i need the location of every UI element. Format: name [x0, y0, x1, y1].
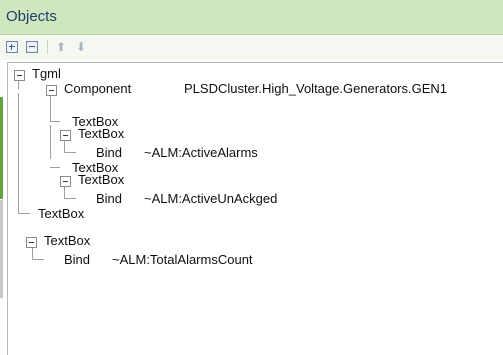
panel-titlebar: Objects: [0, 0, 503, 35]
objects-panel: Objects ⬆ ⬇ Tgml Component PLSDCluster.H…: [0, 0, 503, 355]
tree-connector: [50, 125, 51, 159]
tree-connector: [32, 248, 33, 259]
scroll-indicator: [0, 200, 3, 298]
tree-node-tgml[interactable]: Tgml: [32, 66, 61, 81]
tree-connector: [18, 93, 19, 213]
up-arrow-icon: ⬆: [55, 40, 67, 54]
collapse-all-button[interactable]: [25, 40, 39, 54]
tree-node-bind[interactable]: Bind: [96, 145, 122, 160]
down-arrow-icon: ⬇: [75, 40, 87, 54]
tree-node-bind[interactable]: Bind: [64, 252, 90, 267]
move-up-button[interactable]: ⬆: [54, 40, 68, 54]
tree-node-textbox[interactable]: TextBox: [78, 172, 124, 187]
expand-all-button[interactable]: [5, 40, 19, 54]
tree-connector: [50, 121, 60, 122]
toolbar-separator: [47, 40, 48, 54]
tree-connector: [50, 93, 51, 121]
tree-node-component-value: PLSDCluster.High_Voltage.Generators.GEN1: [184, 81, 448, 96]
tree-connector: [50, 167, 60, 168]
panel-title: Objects: [6, 8, 57, 25]
selection-indicator: [0, 97, 3, 199]
tree-connector: [64, 187, 65, 198]
tree-node-component[interactable]: Component: [64, 81, 131, 96]
tree-connector: [18, 213, 30, 214]
collapse-all-icon: [26, 41, 38, 53]
collapse-node-icon[interactable]: [14, 70, 25, 81]
tree-node-bind-value: ~ALM:ActiveAlarms: [144, 145, 258, 160]
move-down-button[interactable]: ⬇: [74, 40, 88, 54]
expand-all-icon: [6, 41, 18, 53]
tree-connector: [32, 259, 44, 260]
object-tree[interactable]: Tgml Component PLSDCluster.High_Voltage.…: [7, 62, 503, 355]
tree-connector: [64, 198, 76, 199]
tree-node-bind-value: ~ALM:TotalAlarmsCount: [112, 252, 253, 267]
collapse-node-icon[interactable]: [26, 237, 37, 248]
panel-toolbar: ⬆ ⬇: [0, 35, 503, 60]
tree-node-textbox[interactable]: TextBox: [38, 206, 84, 221]
collapse-node-icon[interactable]: [60, 176, 71, 187]
tree-node-bind-value: ~ALM:ActiveUnAckged: [144, 191, 278, 206]
collapse-node-icon[interactable]: [60, 130, 71, 141]
tree-node-bind[interactable]: Bind: [96, 191, 122, 206]
collapse-node-icon[interactable]: [46, 85, 57, 96]
tree-node-textbox[interactable]: TextBox: [44, 233, 90, 248]
tree-connector: [64, 152, 76, 153]
tree-node-textbox[interactable]: TextBox: [78, 126, 124, 141]
tree-connector: [64, 141, 65, 152]
